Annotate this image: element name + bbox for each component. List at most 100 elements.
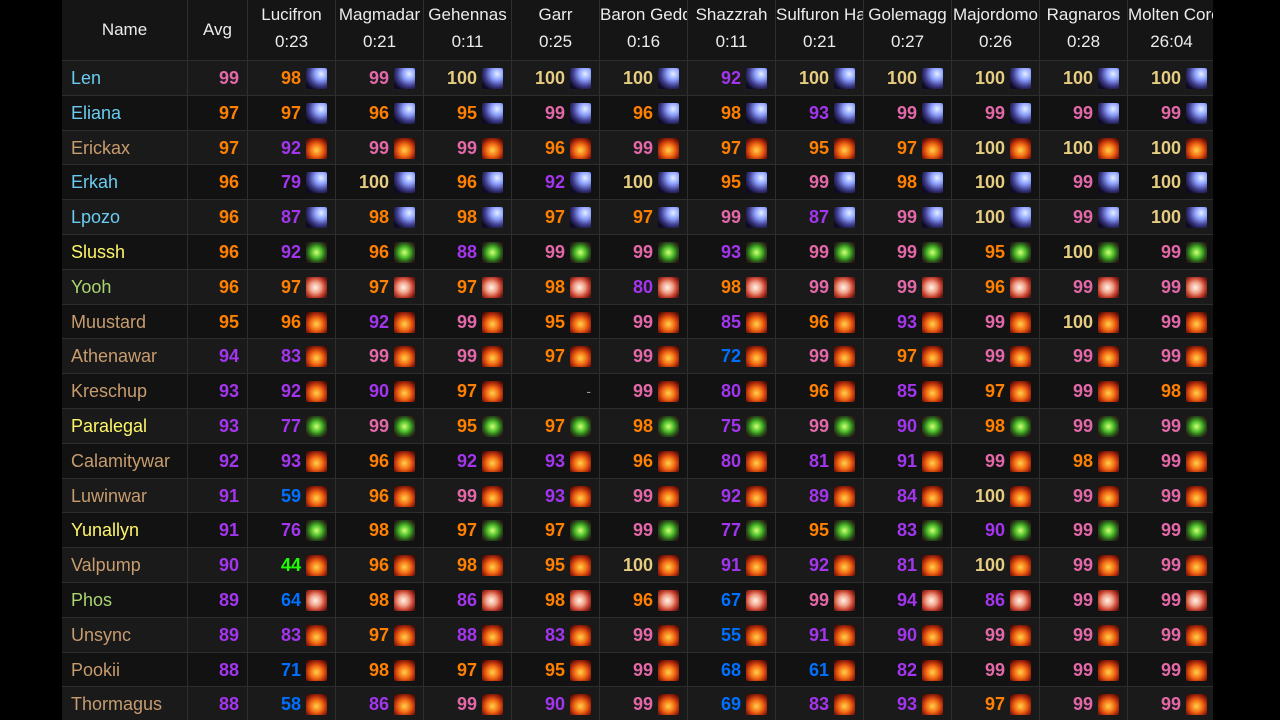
frost-bolt-icon[interactable] xyxy=(746,207,767,229)
parse-cell[interactable]: 100 xyxy=(1040,61,1128,95)
parse-cell[interactable]: 97 xyxy=(600,200,688,234)
combat-swords-icon[interactable] xyxy=(922,520,943,542)
parse-cell[interactable]: 99 xyxy=(776,339,864,374)
player-name-link[interactable]: Phos xyxy=(62,582,188,617)
player-name-link[interactable]: Kreschup xyxy=(62,374,188,408)
parse-cell[interactable]: 98 xyxy=(952,408,1040,443)
parse-cell[interactable]: 90 xyxy=(512,687,600,720)
combat-swords-icon[interactable] xyxy=(1010,415,1031,437)
frost-bolt-icon[interactable] xyxy=(1186,68,1207,89)
parse-cell[interactable]: 80 xyxy=(600,269,688,304)
fury-icon[interactable] xyxy=(1186,659,1207,681)
marksmanship-icon[interactable] xyxy=(1010,589,1031,611)
fury-icon[interactable] xyxy=(306,659,327,681)
parse-cell[interactable]: 96 xyxy=(952,269,1040,304)
parse-cell[interactable]: 99 xyxy=(952,95,1040,130)
fury-icon[interactable] xyxy=(746,624,767,646)
parse-cell[interactable]: 96 xyxy=(424,165,512,200)
player-name-link[interactable]: Erkah xyxy=(62,165,188,200)
parse-cell[interactable]: 92 xyxy=(776,548,864,582)
marksmanship-icon[interactable] xyxy=(658,589,679,611)
fury-icon[interactable] xyxy=(1098,485,1119,507)
combat-swords-icon[interactable] xyxy=(922,415,943,437)
parse-cell[interactable]: 68 xyxy=(688,652,776,687)
fury-icon[interactable] xyxy=(570,624,591,646)
parse-cell[interactable]: 99 xyxy=(600,130,688,165)
parse-cell[interactable]: 90 xyxy=(864,408,952,443)
fury-icon[interactable] xyxy=(1186,694,1207,716)
fury-icon[interactable] xyxy=(658,694,679,716)
parse-cell[interactable]: 92 xyxy=(248,234,336,269)
parse-cell[interactable]: 80 xyxy=(688,374,776,408)
parse-cell[interactable]: 99 xyxy=(776,234,864,269)
fury-icon[interactable] xyxy=(570,450,591,472)
parse-cell[interactable]: 99 xyxy=(864,269,952,304)
parse-cell[interactable]: 97 xyxy=(336,269,424,304)
frost-bolt-icon[interactable] xyxy=(570,172,591,194)
parse-cell[interactable]: 100 xyxy=(600,548,688,582)
parse-cell[interactable]: 96 xyxy=(600,582,688,617)
parse-cell[interactable]: 97 xyxy=(512,513,600,548)
parse-cell[interactable]: 80 xyxy=(688,443,776,478)
frost-bolt-icon[interactable] xyxy=(394,102,415,124)
parse-cell[interactable]: 99 xyxy=(1128,653,1213,687)
column-header-majordomo[interactable]: Majordomo 0:26 xyxy=(952,0,1040,60)
player-name-link[interactable]: Athenawar xyxy=(62,339,188,374)
fury-icon[interactable] xyxy=(1098,555,1119,577)
parse-cell[interactable]: 92 xyxy=(248,374,336,408)
parse-cell[interactable]: 96 xyxy=(512,130,600,165)
fury-icon[interactable] xyxy=(1186,485,1207,507)
fury-icon[interactable] xyxy=(1010,624,1031,646)
fury-icon[interactable] xyxy=(482,485,503,507)
parse-cell[interactable]: 95 xyxy=(688,165,776,200)
parse-cell[interactable]: 96 xyxy=(776,304,864,339)
parse-cell[interactable]: 100 xyxy=(952,548,1040,582)
parse-cell[interactable]: 99 xyxy=(776,165,864,200)
parse-cell[interactable]: 77 xyxy=(688,513,776,548)
fury-icon[interactable] xyxy=(658,450,679,472)
parse-cell[interactable]: 99 xyxy=(424,478,512,513)
parse-cell[interactable]: 98 xyxy=(424,548,512,582)
parse-cell[interactable]: 99 xyxy=(1040,687,1128,720)
parse-cell[interactable]: 99 xyxy=(424,339,512,374)
parse-cell[interactable]: 99 xyxy=(952,652,1040,687)
marksmanship-icon[interactable] xyxy=(1098,276,1119,298)
fury-icon[interactable] xyxy=(834,450,855,472)
parse-cell[interactable]: 99 xyxy=(424,304,512,339)
parse-cell[interactable]: 100 xyxy=(1128,131,1213,165)
fury-icon[interactable] xyxy=(306,137,327,159)
marksmanship-icon[interactable] xyxy=(394,276,415,298)
fury-icon[interactable] xyxy=(746,694,767,716)
parse-cell[interactable]: 98 xyxy=(424,200,512,234)
frost-bolt-icon[interactable] xyxy=(658,68,679,89)
fury-icon[interactable] xyxy=(1098,346,1119,368)
player-name-link[interactable]: Yunallyn xyxy=(62,513,188,548)
parse-cell[interactable]: 55 xyxy=(688,617,776,652)
fury-icon[interactable] xyxy=(394,346,415,368)
fury-icon[interactable] xyxy=(746,381,767,403)
fury-icon[interactable] xyxy=(394,450,415,472)
fury-icon[interactable] xyxy=(394,694,415,716)
parse-cell[interactable]: 97 xyxy=(424,269,512,304)
parse-cell[interactable]: 95 xyxy=(776,513,864,548)
parse-cell[interactable]: 99 xyxy=(864,234,952,269)
parse-cell[interactable]: 88 xyxy=(424,617,512,652)
parse-cell[interactable]: 98 xyxy=(1040,443,1128,478)
fury-icon[interactable] xyxy=(746,555,767,577)
parse-cell[interactable]: 97 xyxy=(512,408,600,443)
frost-bolt-icon[interactable] xyxy=(658,172,679,194)
player-name-link[interactable]: Lpozo xyxy=(62,200,188,234)
frost-bolt-icon[interactable] xyxy=(482,207,503,229)
fury-icon[interactable] xyxy=(306,694,327,716)
combat-swords-icon[interactable] xyxy=(658,415,679,437)
combat-swords-icon[interactable] xyxy=(1098,520,1119,542)
fury-icon[interactable] xyxy=(922,624,943,646)
parse-cell[interactable]: 99 xyxy=(600,617,688,652)
marksmanship-icon[interactable] xyxy=(746,276,767,298)
frost-bolt-icon[interactable] xyxy=(1010,172,1031,194)
parse-cell[interactable]: 99 xyxy=(1040,339,1128,374)
marksmanship-icon[interactable] xyxy=(1186,589,1207,611)
parse-cell[interactable]: 95 xyxy=(512,548,600,582)
parse-cell[interactable]: 100 xyxy=(1040,234,1128,269)
fury-icon[interactable] xyxy=(1098,137,1119,159)
